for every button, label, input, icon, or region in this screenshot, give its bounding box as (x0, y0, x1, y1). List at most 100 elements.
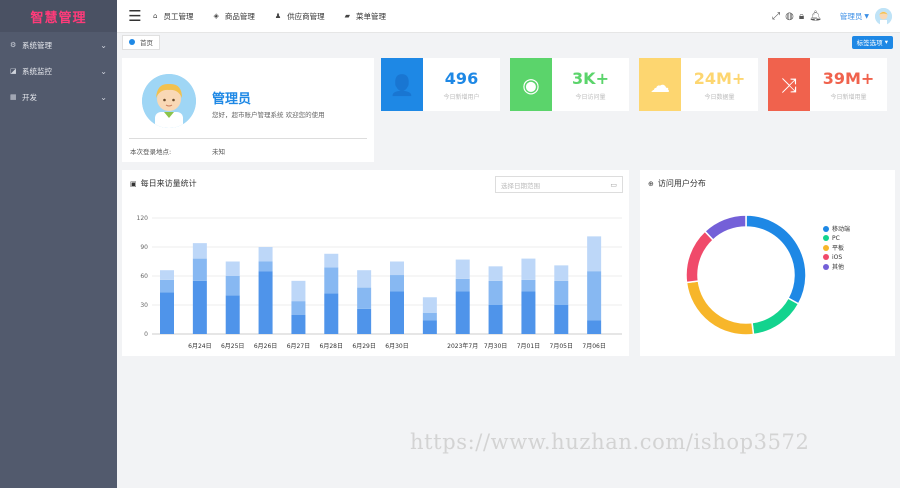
sidebar-item-system[interactable]: ⚙ 系统管理 ⌄ (0, 32, 117, 58)
tab-home[interactable]: 首页 (122, 34, 160, 50)
bar-segment[interactable] (291, 301, 306, 315)
bar-segment[interactable] (258, 261, 273, 272)
bell-icon[interactable]: 🔔︎ (809, 11, 822, 22)
caret-down-icon[interactable]: ▼ (864, 13, 869, 20)
bar-segment[interactable] (324, 253, 339, 268)
bar-segment[interactable] (554, 265, 569, 281)
bar-segment[interactable] (258, 271, 273, 334)
bar-segment[interactable] (357, 287, 372, 309)
globe-icon[interactable]: ◍ (785, 11, 794, 22)
bar-segment[interactable] (192, 243, 207, 259)
eye-icon: ◉ (510, 58, 552, 111)
bar-segment[interactable] (192, 258, 207, 281)
avatar-image (875, 7, 892, 25)
bar-segment[interactable] (160, 270, 174, 280)
legend-label: 其他 (832, 264, 845, 272)
bar-segment[interactable] (225, 276, 240, 296)
donut-slice[interactable] (745, 214, 807, 305)
stat-card-data[interactable]: ☁ 24M+ 今日数据量 (639, 58, 758, 111)
stat-value: 496 (444, 68, 479, 88)
bar-segment[interactable] (324, 267, 339, 294)
bar-segment[interactable] (160, 292, 174, 334)
sidebar-item-label: 系统管理 (22, 40, 52, 50)
nav-product[interactable]: ◈ 商品管理 (213, 11, 254, 22)
menu-toggle-icon[interactable]: ☰ (117, 7, 153, 25)
bar-segment[interactable] (390, 275, 404, 292)
bar-segment[interactable] (258, 247, 273, 262)
legend-item[interactable]: PC (823, 234, 850, 244)
legend-item[interactable]: 移动端 (823, 224, 850, 234)
tabs-bar: 首页 标签选项 ▾ (117, 33, 900, 51)
lock-icon[interactable]: 🔒︎ (799, 11, 804, 22)
bar-segment[interactable] (422, 312, 437, 321)
bar-segment[interactable] (554, 280, 569, 305)
bar-segment[interactable] (521, 291, 536, 334)
bar-segment[interactable] (587, 236, 602, 272)
active-dot-icon (129, 39, 135, 45)
home-icon: ⌂ (153, 12, 158, 20)
legend-label: 移动端 (832, 226, 851, 234)
bar-segment[interactable] (587, 320, 602, 334)
nav-supplier[interactable]: ♟ 供应商管理 (275, 11, 325, 22)
bar-segment[interactable] (521, 258, 536, 280)
fullscreen-icon[interactable]: ⤢ (772, 11, 780, 22)
sidebar-item-dev[interactable]: ▦ 开发 ⌄ (0, 84, 117, 110)
bar-segment[interactable] (488, 305, 503, 334)
bar-segment[interactable] (587, 271, 602, 321)
nav-employee[interactable]: ⌂ 员工管理 (153, 11, 193, 22)
stat-card-usage[interactable]: ⤨ 39M+ 今日新增用量 (768, 58, 887, 111)
bar-segment[interactable] (390, 261, 404, 276)
nav-menu[interactable]: ▰ 菜单管理 (345, 11, 386, 22)
x-tick-label: 7月30日 (484, 343, 507, 350)
legend-label: PC (832, 234, 840, 242)
sidebar-item-monitor[interactable]: ◪ 系统监控 ⌄ (0, 58, 117, 84)
legend-item[interactable]: iOS (823, 253, 850, 263)
bar-segment[interactable] (455, 259, 470, 279)
bar-segment[interactable] (455, 278, 470, 292)
x-tick-label: 6月27日 (287, 343, 310, 350)
bar-segment[interactable] (455, 291, 470, 334)
donut-slice[interactable] (751, 297, 800, 336)
bar-segment[interactable] (488, 266, 503, 281)
bar-segment[interactable] (291, 314, 306, 334)
bar-segment[interactable] (291, 280, 306, 302)
legend-item[interactable]: 其他 (823, 262, 850, 272)
donut-slice[interactable] (703, 214, 747, 242)
bar-chart: 0 30 60 90 120 6月24日 6月25日 6月26日 6月27日 6月28日 6月29日… (137, 215, 622, 350)
profile-name: 管理员 (212, 92, 252, 107)
bar-segment[interactable] (521, 279, 536, 292)
stat-value: 3K+ (572, 68, 609, 88)
bar-segment[interactable] (225, 261, 240, 277)
nav-label: 商品管理 (224, 11, 255, 21)
user-menu[interactable]: 管理员 (840, 11, 863, 22)
legend-label: 平板 (832, 245, 845, 253)
bar-segment[interactable] (357, 270, 372, 288)
chevron-down-icon: ⌄ (100, 66, 107, 76)
bar-segment[interactable] (192, 280, 207, 334)
legend-dot (823, 254, 829, 261)
bar-segment[interactable] (225, 295, 240, 334)
bar-segment[interactable] (324, 293, 339, 334)
cloud-upload-icon: ☁ (639, 58, 681, 111)
y-tick-label: 30 (140, 302, 148, 309)
bar-segment[interactable] (554, 305, 569, 334)
bar-segment[interactable] (160, 279, 174, 293)
user-icon: ♟ (274, 12, 282, 20)
app-logo[interactable]: 智慧管理 (0, 0, 117, 32)
donut-slice[interactable] (685, 230, 715, 284)
visitor-distribution-card: ⊕ 访问用户分布 移动端 PC 平板 iOS 其他 (640, 170, 895, 356)
stat-card-visits[interactable]: ◉ 3K+ 今日访问量 (510, 58, 629, 111)
bar-segment[interactable] (390, 291, 404, 334)
stat-value: 24M+ (693, 68, 746, 88)
donut-slice[interactable] (685, 280, 755, 336)
stat-card-new-users[interactable]: 👤 496 今日新增用户 (381, 58, 500, 111)
profile-card: 管理员 您好，超市账户管理系统 欢迎您的使用 本次登录地点: 未知 (122, 58, 374, 162)
bar-segment[interactable] (422, 297, 437, 313)
bar-segment[interactable] (357, 308, 372, 334)
bar-segment[interactable] (488, 280, 503, 305)
tab-options-button[interactable]: 标签选项 ▾ (851, 35, 893, 49)
avatar[interactable] (875, 7, 892, 25)
tab-label: 首页 (140, 39, 153, 47)
legend-item[interactable]: 平板 (823, 243, 850, 253)
bar-segment[interactable] (422, 320, 437, 334)
